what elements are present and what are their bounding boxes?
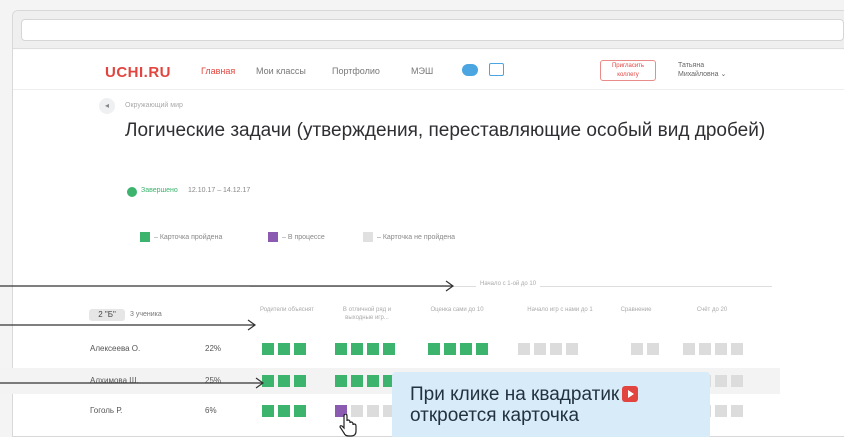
progress-cell[interactable] xyxy=(367,343,379,355)
nav-main[interactable]: Главная xyxy=(201,66,235,76)
progress-cell[interactable] xyxy=(444,343,456,355)
progress-cell[interactable] xyxy=(367,405,379,417)
legend-label: – Карточка пройдена xyxy=(154,233,223,241)
progress-cell[interactable] xyxy=(335,343,347,355)
progress-cell[interactable] xyxy=(715,343,727,355)
progress-cell[interactable] xyxy=(683,343,695,355)
date-range: 12.10.17 – 14.12.17 xyxy=(188,187,251,194)
browser-toolbar xyxy=(13,11,844,49)
user-first-name: Татьяна xyxy=(678,62,705,69)
tooltip-line-1: При клике на квадратик xyxy=(410,384,620,405)
page-title: Логические задачи (утверждения, перестав… xyxy=(125,120,766,141)
column-header: Родители объяснят xyxy=(259,307,315,313)
top-navigation: UCHI.RU Главная Мои классы Портфолио МЭШ… xyxy=(13,50,844,90)
play-icon xyxy=(622,386,639,402)
student-name[interactable]: Алексеева О. xyxy=(90,344,140,353)
nav-portfolio[interactable]: Портфолио xyxy=(332,66,380,76)
breadcrumb: Окружающий мир xyxy=(125,102,183,109)
tooltip-text: При клике на квадратик откроется карточк… xyxy=(410,384,710,426)
progress-cell[interactable] xyxy=(351,343,363,355)
progress-cell[interactable] xyxy=(566,343,578,355)
legend-swatch-grey xyxy=(363,232,373,242)
hint-tooltip: При клике на квадратик откроется карточк… xyxy=(392,372,710,437)
progress-cell[interactable] xyxy=(278,375,290,387)
arrow-icon xyxy=(0,280,460,292)
progress-cell[interactable] xyxy=(294,343,306,355)
legend-swatch-purple xyxy=(268,232,278,242)
progress-cell[interactable] xyxy=(518,343,530,355)
students-count: 3 ученика xyxy=(130,311,162,318)
invite-colleague-button[interactable]: Пригласить коллегу xyxy=(600,60,656,81)
back-arrow-icon[interactable]: ◂ xyxy=(99,98,115,114)
progress-cell[interactable] xyxy=(294,375,306,387)
progress-cell[interactable] xyxy=(699,343,711,355)
progress-cell[interactable] xyxy=(367,375,379,387)
column-header: В отличной ряд и выходные игр... xyxy=(342,307,392,321)
nav-mesh[interactable]: МЭШ xyxy=(411,66,433,76)
status-label: Завершено xyxy=(141,187,178,194)
legend-swatch-green xyxy=(140,232,150,242)
progress-cell[interactable] xyxy=(550,343,562,355)
legend-label: – Карточка не пройдена xyxy=(377,233,456,241)
chat-icon[interactable] xyxy=(462,64,478,76)
check-circle-icon xyxy=(127,187,137,197)
legend-item-completed: – Карточка пройдена xyxy=(140,232,222,242)
column-header: Сравнение xyxy=(620,307,652,313)
progress-cell[interactable] xyxy=(335,375,347,387)
progress-cell[interactable] xyxy=(534,343,546,355)
column-header: Счёт до 20 xyxy=(696,307,728,313)
arrow-icon xyxy=(0,377,270,389)
column-header: Начало игр с нами до 1 xyxy=(527,307,593,313)
address-bar[interactable] xyxy=(21,19,844,41)
table-row: Алексеева О. 22% xyxy=(0,336,780,362)
student-percent: 6% xyxy=(205,406,217,415)
progress-cell[interactable] xyxy=(351,375,363,387)
progress-cell[interactable] xyxy=(383,343,395,355)
progress-cell[interactable] xyxy=(262,405,274,417)
progress-cell[interactable] xyxy=(715,375,727,387)
screenshot-stage: UCHI.RU Главная Мои классы Портфолио МЭШ… xyxy=(0,0,844,437)
progress-cell[interactable] xyxy=(731,375,743,387)
legend-item-not-completed: – Карточка не пройдена xyxy=(363,232,455,242)
progress-cell[interactable] xyxy=(731,405,743,417)
progress-cell[interactable] xyxy=(731,343,743,355)
progress-cell[interactable] xyxy=(278,405,290,417)
progress-cell[interactable] xyxy=(262,343,274,355)
progress-cell[interactable] xyxy=(647,343,659,355)
progress-cell[interactable] xyxy=(294,405,306,417)
video-icon[interactable] xyxy=(489,63,504,76)
student-percent: 22% xyxy=(205,344,222,353)
progress-cell[interactable] xyxy=(715,405,727,417)
progress-cell[interactable] xyxy=(428,343,440,355)
tooltip-line-2: откроется карточка xyxy=(410,405,580,426)
user-menu[interactable]: Татьяна Михайловна ⌄ xyxy=(678,61,726,79)
progress-cell[interactable] xyxy=(460,343,472,355)
progress-cell[interactable] xyxy=(631,343,643,355)
arrow-icon xyxy=(0,319,262,331)
range-label: Начало с 1-ой до 10 xyxy=(476,281,541,287)
logo[interactable]: UCHI.RU xyxy=(105,64,171,81)
legend-label: – В процессе xyxy=(282,233,325,241)
student-name[interactable]: Гоголь Р. xyxy=(90,406,122,415)
column-header: Оценка сами до 10 xyxy=(430,307,484,313)
progress-cell[interactable] xyxy=(278,343,290,355)
hand-cursor-icon xyxy=(338,413,358,437)
nav-my-classes[interactable]: Мои классы xyxy=(256,66,306,76)
user-middle-name: Михайловна ⌄ xyxy=(678,71,727,78)
progress-cell[interactable] xyxy=(476,343,488,355)
legend-item-in-progress: – В процессе xyxy=(268,232,325,242)
